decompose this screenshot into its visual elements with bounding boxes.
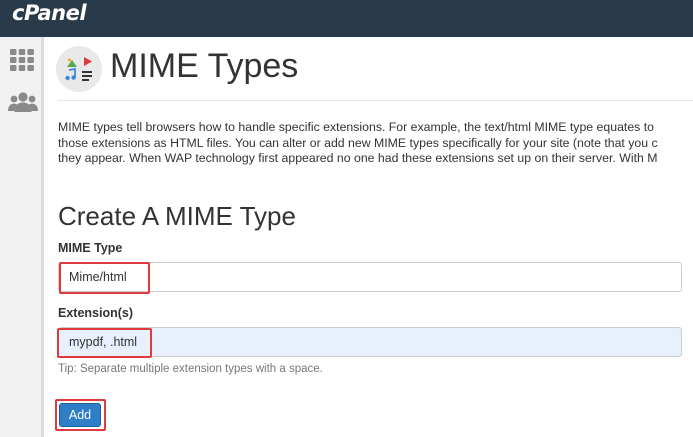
title-divider [58, 100, 693, 101]
add-button[interactable]: Add [59, 403, 101, 427]
mime-types-icon [56, 46, 102, 92]
description-line: they appear. When WAP technology first a… [58, 151, 658, 165]
grid-icon[interactable] [9, 48, 35, 77]
section-title: Create A MIME Type [58, 201, 296, 231]
description-line: MIME types tell browsers how to handle s… [58, 120, 654, 134]
description-line: those extensions as HTML files. You can … [58, 135, 658, 150]
main-content: MIME Types MIME types tell browsers how … [44, 37, 693, 437]
page-description: MIME types tell browsers how to handle s… [58, 120, 693, 167]
sidebar [0, 37, 44, 437]
users-icon[interactable] [8, 91, 38, 118]
top-bar: cPanel [0, 0, 693, 37]
mime-type-label: MIME Type [58, 241, 123, 255]
extensions-label: Extension(s) [58, 306, 134, 320]
cpanel-logo[interactable]: cPanel [12, 1, 87, 25]
extensions-input[interactable] [58, 327, 682, 357]
mime-type-input[interactable] [58, 262, 682, 292]
extensions-tip: Tip: Separate multiple extension types w… [58, 363, 323, 375]
page-title: MIME Types [110, 47, 299, 85]
